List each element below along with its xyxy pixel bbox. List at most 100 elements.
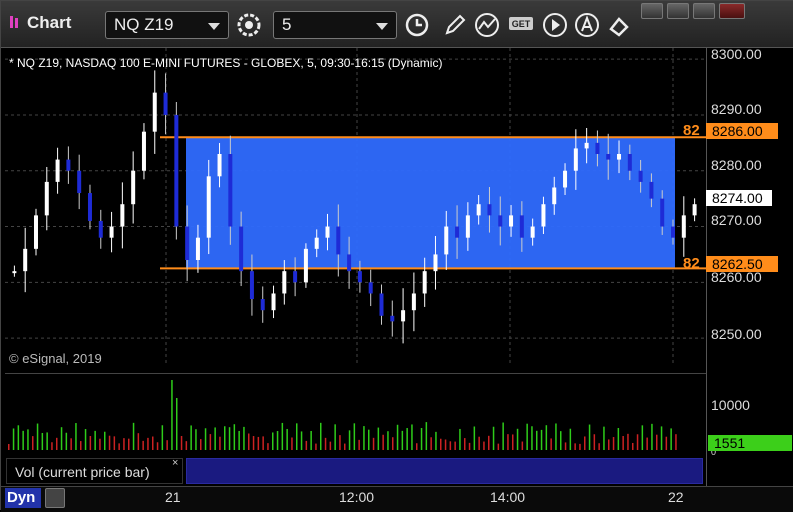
lower-level-tag: 8262.50 bbox=[706, 256, 778, 272]
volume-bar bbox=[137, 433, 140, 450]
volume-bar bbox=[248, 433, 250, 450]
clock-icon[interactable] bbox=[403, 11, 431, 39]
volume-bar bbox=[651, 423, 653, 450]
window-title: Chart bbox=[9, 13, 71, 33]
lock-icon[interactable] bbox=[45, 488, 65, 508]
volume-bar bbox=[521, 441, 524, 450]
volume-bar bbox=[51, 442, 53, 450]
candle-body bbox=[77, 170, 82, 194]
candle-body bbox=[411, 293, 416, 311]
candle-body bbox=[422, 271, 427, 294]
volume-bar bbox=[27, 429, 29, 450]
volume-bar bbox=[89, 435, 92, 450]
y-tick-label: 8300.00 bbox=[711, 46, 762, 62]
volume-bar bbox=[502, 422, 504, 450]
candle-body bbox=[293, 271, 298, 283]
upper-level-label: 82 bbox=[683, 122, 700, 139]
volume-bar bbox=[377, 427, 380, 450]
interval-combo[interactable]: 5 bbox=[273, 11, 397, 39]
candle-body bbox=[401, 310, 406, 322]
get-icon[interactable]: GET bbox=[507, 11, 535, 39]
alert-icon[interactable] bbox=[573, 11, 601, 39]
volume-bar bbox=[660, 426, 663, 450]
candle-body bbox=[660, 198, 665, 227]
volume-bar bbox=[152, 436, 154, 450]
candle-body bbox=[239, 226, 244, 272]
volume-bar bbox=[641, 425, 644, 450]
settings-gear-icon[interactable] bbox=[235, 11, 263, 39]
maximize-icon[interactable] bbox=[693, 3, 715, 19]
volume-study-label[interactable]: Vol (current price bar) bbox=[6, 458, 183, 484]
candle-body bbox=[519, 215, 524, 238]
candle-body bbox=[98, 220, 103, 238]
volume-bar bbox=[108, 435, 111, 450]
lower-level-label: 82 bbox=[683, 255, 700, 272]
volume-bar bbox=[368, 429, 370, 450]
volume-bar bbox=[56, 437, 58, 450]
volume-bar bbox=[569, 428, 572, 450]
lock-link-icon[interactable] bbox=[605, 11, 633, 39]
volume-bar bbox=[339, 435, 341, 450]
volume-chart[interactable] bbox=[5, 373, 706, 454]
volume-bar bbox=[440, 438, 442, 450]
line-study-icon[interactable] bbox=[473, 11, 501, 39]
volume-bar bbox=[627, 433, 629, 450]
volume-bar bbox=[22, 430, 24, 450]
candle-body bbox=[185, 226, 190, 260]
volume-bar bbox=[128, 438, 130, 450]
volume-bar bbox=[32, 436, 34, 450]
chart-icon bbox=[10, 16, 18, 28]
volume-bar bbox=[545, 425, 548, 450]
volume-bar bbox=[238, 430, 240, 450]
volume-bar bbox=[252, 436, 255, 450]
interval-value: 5 bbox=[282, 15, 292, 34]
y-tick-label: 8290.00 bbox=[711, 101, 762, 117]
close-icon[interactable]: × bbox=[172, 457, 178, 469]
volume-bar bbox=[310, 430, 312, 450]
volume-bar bbox=[348, 430, 351, 450]
pencil-icon[interactable] bbox=[441, 11, 469, 39]
candle-body bbox=[163, 92, 168, 115]
candle-body bbox=[66, 159, 71, 171]
candle-body bbox=[444, 226, 449, 255]
volume-bar bbox=[564, 442, 567, 450]
volume-bar bbox=[75, 423, 77, 450]
price-chart[interactable] bbox=[5, 48, 706, 366]
symbol-combo[interactable]: NQ Z19 bbox=[105, 11, 229, 39]
volume-bar bbox=[204, 428, 207, 450]
candle-body bbox=[649, 181, 654, 199]
candle-body bbox=[152, 92, 157, 132]
volume-bar bbox=[560, 431, 562, 450]
volume-bar bbox=[334, 424, 336, 450]
play-icon[interactable] bbox=[541, 11, 569, 39]
chart-window: Chart NQ Z19 5 GET * NQ Z19, NASDAQ 100 … bbox=[0, 0, 793, 512]
window-title-text: Chart bbox=[27, 13, 72, 32]
x-tick-label: 14:00 bbox=[490, 489, 526, 505]
volume-bar bbox=[200, 439, 202, 450]
volume-bar bbox=[70, 438, 72, 450]
volume-bar bbox=[656, 434, 658, 450]
minimize-icon[interactable] bbox=[667, 3, 689, 19]
restore-icon[interactable] bbox=[641, 3, 663, 19]
volume-bar bbox=[344, 443, 346, 450]
volume-bar bbox=[675, 434, 677, 450]
volume-bar bbox=[166, 440, 168, 450]
close-icon[interactable] bbox=[719, 3, 745, 19]
volume-bar bbox=[142, 440, 144, 450]
volume-bar bbox=[416, 443, 418, 450]
chevron-down-icon[interactable] bbox=[376, 23, 388, 30]
volume-bar bbox=[430, 437, 432, 450]
candle-body bbox=[433, 254, 438, 272]
candle-body bbox=[217, 154, 222, 177]
candle-body bbox=[109, 226, 114, 238]
volume-bar bbox=[593, 434, 596, 450]
volume-bar bbox=[372, 437, 375, 450]
candle-body bbox=[638, 170, 643, 182]
volume-bar bbox=[632, 442, 634, 450]
volume-bar bbox=[449, 441, 452, 450]
chevron-down-icon[interactable] bbox=[208, 23, 220, 30]
x-tick-label: 12:00 bbox=[339, 489, 375, 505]
x-tick-label: 22 bbox=[668, 489, 684, 505]
dynamic-mode-button[interactable]: Dyn bbox=[5, 488, 41, 508]
volume-tick-label: 10000 bbox=[711, 397, 750, 413]
